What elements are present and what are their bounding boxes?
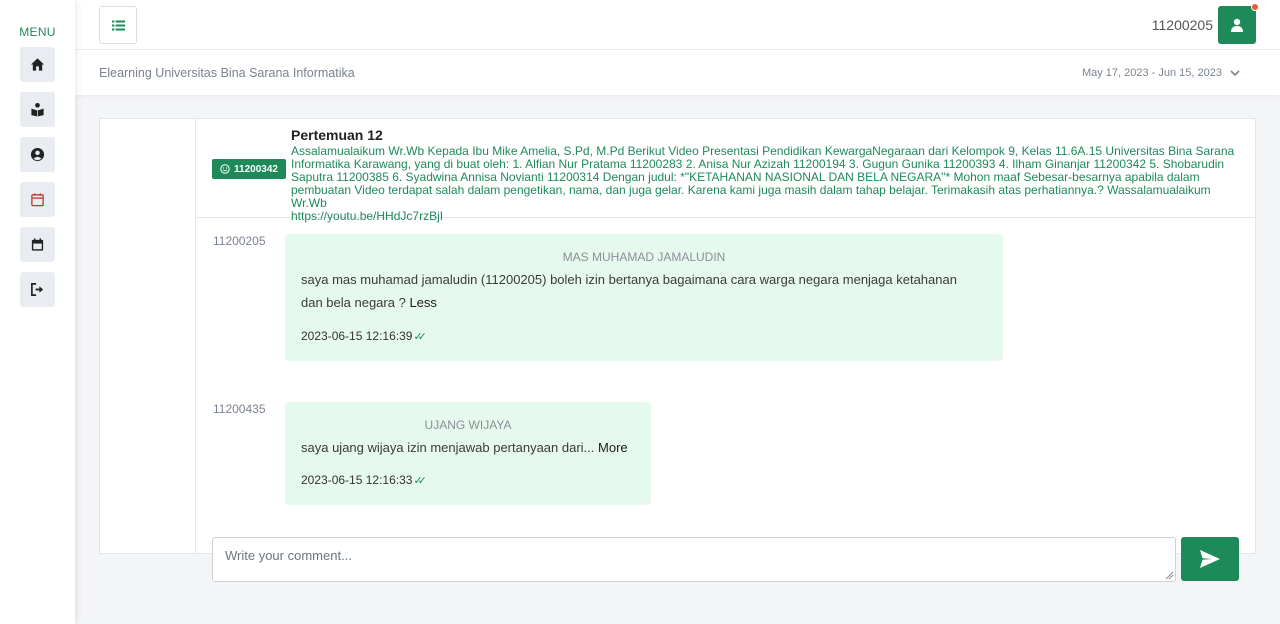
user-menu-button[interactable] — [1218, 3, 1259, 44]
post-body-text: Assalamualaikum Wr.Wb Kepada Ibu Mike Am… — [291, 144, 1235, 210]
post-video-link[interactable]: https://youtu.be/HHdJc7rzBjI — [291, 209, 443, 223]
double-check-icon: ✓✓ — [413, 330, 427, 343]
post-author-id: 11200342 — [234, 163, 278, 175]
send-icon — [1200, 550, 1220, 568]
sidebar-item-schedule[interactable] — [20, 182, 55, 217]
double-check-icon: ✓✓ — [413, 474, 427, 487]
resize-grip-icon[interactable] — [1165, 571, 1174, 580]
date-range-label: May 17, 2023 - Jun 15, 2023 — [1081, 67, 1222, 79]
calendar-icon — [31, 238, 44, 251]
comment-input[interactable] — [212, 537, 1176, 582]
message-time: 2023-06-15 12:16:39 — [301, 329, 413, 343]
home-icon — [30, 58, 45, 71]
show-less-link[interactable]: Less — [409, 295, 436, 310]
chevron-down-icon — [1230, 69, 1240, 76]
sidebar-item-logout[interactable] — [20, 272, 55, 307]
sidebar-item-calendar[interactable] — [20, 227, 55, 262]
message-text: saya mas muhamad jamaludin (11200205) bo… — [301, 268, 981, 314]
message-author-name: UJANG WIJAYA — [424, 418, 512, 432]
sidebar-item-home[interactable] — [20, 47, 55, 82]
site-name: Elearning Universitas Bina Sarana Inform… — [99, 66, 355, 80]
notification-dot — [1251, 3, 1259, 11]
sidebar-item-courses[interactable] — [20, 92, 55, 127]
send-comment-button[interactable] — [1181, 537, 1239, 581]
message-author-name: MAS MUHAMAD JAMALUDIN — [562, 250, 726, 264]
message-bubble: MAS MUHAMAD JAMALUDIN saya mas muhamad j… — [285, 234, 1003, 361]
message-text-content: saya ujang wijaya izin menjawab pertanya… — [301, 440, 595, 455]
post-author-badge: 11200342 — [212, 159, 286, 179]
smile-icon — [220, 164, 230, 174]
top-bar: 11200205 — [75, 0, 1280, 50]
message-user-id: 11200435 — [213, 402, 266, 416]
list-icon — [111, 20, 125, 30]
sidebar: MENU — [0, 0, 75, 624]
message-bubble: UJANG WIJAYA saya ujang wijaya izin menj… — [285, 402, 651, 505]
calendar-outline-icon — [31, 193, 44, 207]
user-id-label: 11200205 — [1151, 17, 1213, 33]
message-user-id: 11200205 — [213, 234, 266, 248]
message-time: 2023-06-15 12:16:33 — [301, 473, 413, 487]
user-circle-icon — [30, 147, 45, 162]
card-left-column — [100, 119, 196, 553]
message-timestamp: 2023-06-15 12:16:33 ✓✓ — [301, 473, 427, 487]
sign-out-icon — [31, 283, 44, 296]
sub-header: Elearning Universitas Bina Sarana Inform… — [75, 50, 1280, 95]
menu-label: MENU — [19, 25, 56, 39]
show-more-link[interactable]: More — [598, 440, 628, 455]
user-icon — [1231, 18, 1243, 32]
message-text: saya ujang wijaya izin menjawab pertanya… — [301, 436, 641, 459]
book-reader-icon — [31, 102, 44, 117]
sidebar-toggle-button[interactable] — [99, 6, 137, 44]
post-body: Assalamualaikum Wr.Wb Kepada Ibu Mike Am… — [291, 145, 1246, 223]
post-title: Pertemuan 12 — [291, 127, 383, 143]
date-range-selector[interactable]: May 17, 2023 - Jun 15, 2023 — [1082, 67, 1240, 79]
message-timestamp: 2023-06-15 12:16:39 ✓✓ — [301, 329, 427, 343]
sidebar-item-profile[interactable] — [20, 137, 55, 172]
message-text-content: saya mas muhamad jamaludin (11200205) bo… — [301, 272, 957, 310]
